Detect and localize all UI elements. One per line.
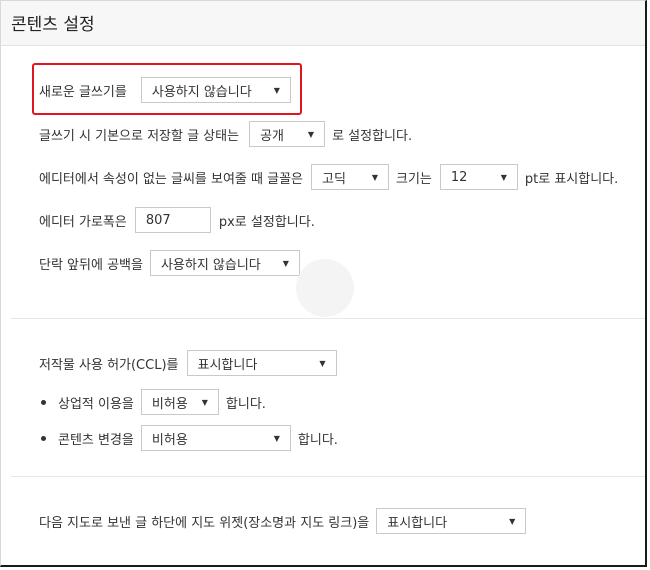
section-divider — [11, 476, 645, 477]
page-header: 콘텐츠 설정 — [1, 1, 645, 46]
ccl-label: 저작물 사용 허가(CCL)를 — [39, 357, 179, 373]
font-size-select[interactable]: 12 ▼ — [439, 164, 518, 190]
font-size-value: 12 — [450, 169, 468, 185]
default-status-select[interactable]: 공개 ▼ — [249, 121, 326, 147]
commercial-use-select[interactable]: 비허용 ▼ — [140, 389, 219, 415]
content-change-label: 콘텐츠 변경을 — [58, 432, 134, 448]
commercial-use-suffix: 합니다. — [225, 396, 266, 412]
watermark-logo — [296, 259, 354, 317]
caret-down-icon: ▼ — [282, 258, 289, 268]
new-editor-select[interactable]: 사용하지 않습니다 ▼ — [140, 77, 291, 103]
default-status-value: 공개 — [260, 128, 284, 144]
commercial-use-row: 상업적 이용을 비허용 ▼ 합니다. — [39, 389, 266, 415]
bullet-icon — [41, 399, 46, 405]
section-divider — [11, 318, 645, 319]
page-title: 콘텐츠 설정 — [11, 15, 95, 35]
default-status-label: 글쓰기 시 기본으로 저장할 글 상태는 — [39, 128, 240, 144]
map-widget-label: 다음 지도로 보낸 글 하단에 지도 위젯(장소명과 지도 링크)을 — [39, 515, 370, 531]
content-change-suffix: 합니다. — [297, 432, 338, 448]
settings-window: 콘텐츠 설정 새로운 글쓰기를 사용하지 않습니다 ▼ 글쓰기 시 기본으로 저… — [0, 0, 647, 567]
editor-width-input[interactable]: 807 — [134, 207, 211, 233]
caret-down-icon: ▼ — [500, 172, 507, 182]
default-status-suffix: 로 설정합니다. — [332, 128, 413, 144]
paragraph-spacing-label: 단락 앞뒤에 공백을 — [39, 257, 143, 273]
font-size-label: 크기는 — [396, 171, 432, 187]
map-widget-select[interactable]: 표시합니다 ▼ — [376, 508, 527, 534]
caret-down-icon: ▼ — [273, 433, 280, 443]
caret-down-icon: ▼ — [273, 85, 280, 95]
font-row: 에디터에서 속성이 없는 글씨를 보여줄 때 글꼴은 고딕 ▼ 크기는 12 ▼… — [39, 164, 618, 190]
editor-width-suffix: px로 설정합니다. — [218, 214, 315, 230]
caret-down-icon: ▼ — [201, 397, 208, 407]
caret-down-icon: ▼ — [509, 516, 516, 526]
commercial-use-label: 상업적 이용을 — [58, 396, 134, 412]
map-widget-row: 다음 지도로 보낸 글 하단에 지도 위젯(장소명과 지도 링크)을 표시합니다… — [39, 508, 533, 534]
ccl-value: 표시합니다 — [197, 357, 258, 373]
default-status-row: 글쓰기 시 기본으로 저장할 글 상태는 공개 ▼ 로 설정합니다. — [39, 121, 412, 147]
new-editor-row: 새로운 글쓰기를 사용하지 않습니다 ▼ — [39, 77, 298, 103]
caret-down-icon: ▼ — [371, 172, 378, 182]
font-family-select[interactable]: 고딕 ▼ — [311, 164, 389, 190]
ccl-row: 저작물 사용 허가(CCL)를 표시합니다 ▼ — [39, 350, 344, 376]
content-change-value: 비허용 — [151, 432, 188, 448]
font-family-value: 고딕 — [322, 171, 346, 187]
caret-down-icon: ▼ — [307, 129, 315, 139]
new-editor-value: 사용하지 않습니다 — [151, 84, 252, 100]
map-widget-value: 표시합니다 — [387, 515, 448, 531]
paragraph-spacing-value: 사용하지 않습니다 — [160, 257, 261, 273]
new-editor-label: 새로운 글쓰기를 — [39, 84, 127, 100]
editor-width-label: 에디터 가로폭은 — [39, 214, 127, 230]
editor-width-row: 에디터 가로폭은 807 px로 설정합니다. — [39, 207, 315, 233]
caret-down-icon: ▼ — [319, 358, 326, 368]
font-label: 에디터에서 속성이 없는 글씨를 보여줄 때 글꼴은 — [39, 171, 303, 187]
bullet-icon — [41, 435, 46, 441]
paragraph-spacing-row: 단락 앞뒤에 공백을 사용하지 않습니다 ▼ — [39, 250, 307, 276]
content-change-select[interactable]: 비허용 ▼ — [140, 425, 291, 451]
font-suffix: pt로 표시합니다. — [524, 171, 619, 187]
ccl-select[interactable]: 표시합니다 ▼ — [186, 350, 337, 376]
paragraph-spacing-select[interactable]: 사용하지 않습니다 ▼ — [149, 250, 300, 276]
content-change-row: 콘텐츠 변경을 비허용 ▼ 합니다. — [39, 425, 338, 451]
commercial-use-value: 비허용 — [151, 396, 188, 412]
